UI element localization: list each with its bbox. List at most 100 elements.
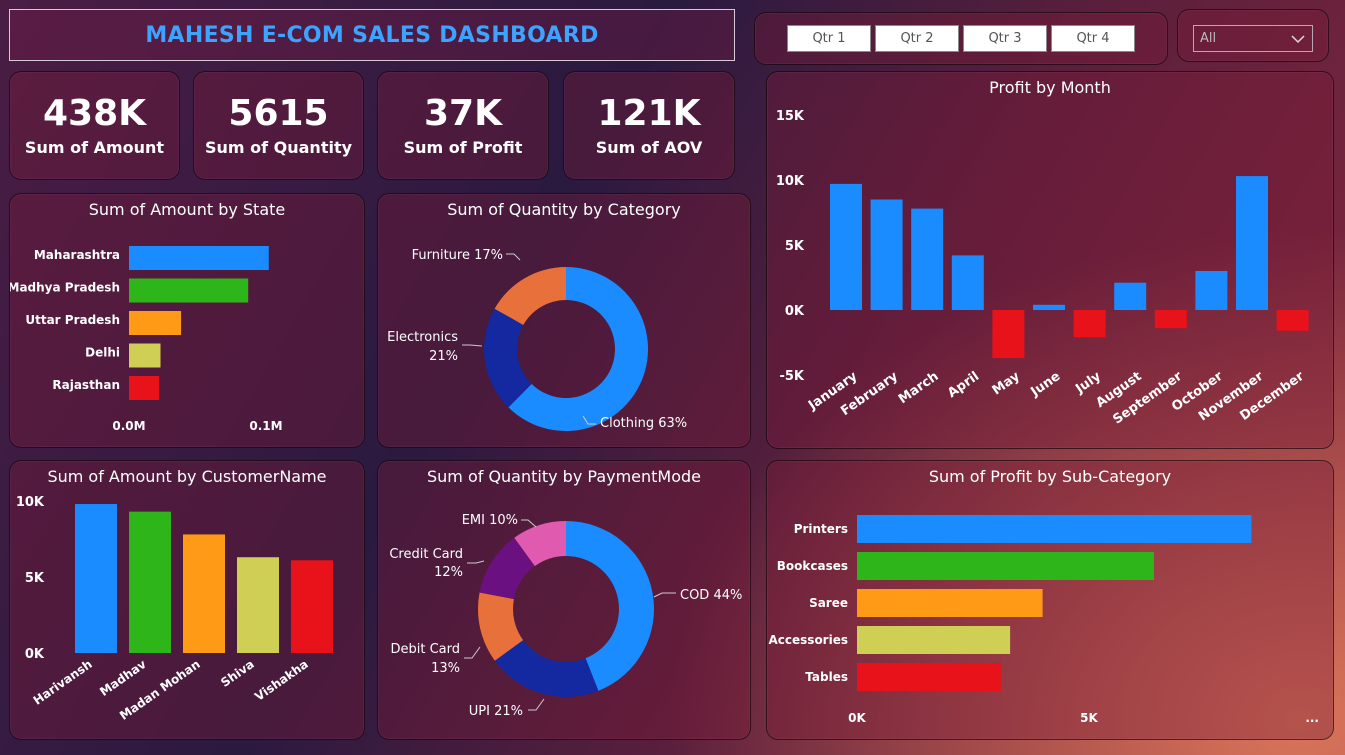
leader-line (464, 646, 481, 659)
month-label: June (1028, 369, 1064, 400)
y-tick-label: 5K (25, 571, 45, 586)
x-tick-label: 5K (1080, 711, 1098, 725)
category-label: Furniture 17% (412, 248, 503, 263)
y-tick-label: 10K (16, 495, 45, 510)
customer-label: Madhav (97, 657, 149, 699)
month-label: April (945, 369, 982, 401)
month-bar (911, 208, 944, 310)
kpi-value: 37K (424, 93, 502, 134)
payment-label: Credit Card (389, 547, 463, 562)
category-label: Electronics (387, 330, 458, 345)
qtr2-button[interactable]: Qtr 2 (875, 25, 959, 52)
subcategory-bar (857, 626, 1011, 654)
month-bar (1154, 310, 1187, 329)
chevron-down-icon (1291, 35, 1305, 44)
dashboard-title-box: MAHESH E-COM SALES DASHBOARD (9, 9, 735, 61)
month-bar (830, 183, 862, 310)
kpi-label: Sum of Amount (24, 138, 165, 157)
payment-label: COD 44% (680, 588, 742, 603)
state-bar-chart: Maharashtra Madhya Pradesh Uttar Pradesh De… (10, 246, 283, 433)
x-tick-label: 0K (848, 711, 866, 725)
state-bar (129, 278, 249, 303)
month-bar (951, 255, 984, 310)
month-bar (1073, 310, 1106, 338)
kpi-label: Sum of AOV (595, 138, 703, 157)
month-label: May (990, 369, 1023, 399)
category-label: 21% (429, 349, 458, 364)
payment-label: 13% (431, 661, 460, 676)
month-bar (1195, 271, 1228, 310)
state-label: Rajasthan (52, 378, 120, 392)
y-tick-label: 0K (785, 304, 805, 319)
x-tick-label: 0.0M (112, 419, 145, 433)
subcategory-chart-panel: Sum of Profit by Sub-Category Printers Bo… (766, 460, 1334, 740)
payment-label: UPI 21% (469, 704, 523, 719)
leader-line (506, 253, 521, 261)
state-bar (129, 311, 182, 335)
payment-label: Debit Card (390, 642, 460, 657)
customer-bar (183, 534, 225, 653)
qtr4-button[interactable]: Qtr 4 (1051, 25, 1135, 52)
leader-line (462, 344, 483, 347)
y-tick-label: 10K (776, 174, 805, 189)
leader-line (467, 560, 485, 564)
qtr3-button[interactable]: Qtr 3 (963, 25, 1047, 52)
leader-line (521, 519, 537, 528)
kpi-value: 5615 (228, 93, 329, 134)
state-label: Madhya Pradesh (10, 281, 120, 295)
payment-chart-panel: Sum of Quantity by PaymentMode COD 44% UP… (377, 460, 751, 740)
subcategory-bar-chart: Printers Bookcases Saree Accessories Tables 0… (769, 515, 1319, 725)
customer-bar (129, 511, 171, 653)
kpi-card-quantity: 5615 Sum of Quantity (193, 71, 364, 180)
month-label: July (1072, 369, 1104, 398)
kpi-label: Sum of Profit (403, 138, 523, 157)
y-tick-label: 15K (776, 109, 805, 124)
month-bar (992, 310, 1025, 359)
subcategory-label: Tables (805, 670, 848, 684)
state-label: Maharashtra (34, 248, 120, 262)
month-chart-panel: Profit by Month 15K 10K 5K 0K -5K January Febr… (766, 71, 1334, 449)
month-bar-chart: 15K10K5K0K-5K JanuaryFebruaryMarch April Ma… (776, 109, 1309, 428)
payment-label: 12% (434, 565, 463, 580)
kpi-value: 438K (42, 93, 147, 134)
subcategory-bar (857, 552, 1154, 580)
kpi-card-profit: 37K Sum of Profit (377, 71, 549, 180)
state-label: Uttar Pradesh (25, 313, 120, 327)
month-bar (1236, 176, 1268, 310)
payment-label: EMI 10% (462, 513, 518, 528)
subcategory-bar (857, 515, 1252, 543)
state-bar (129, 343, 161, 368)
customer-label: Vishakha (252, 657, 310, 704)
y-tick-label: 0K (25, 647, 45, 662)
month-label: March (896, 369, 942, 407)
state-label: Delhi (85, 346, 120, 360)
kpi-card-amount: 438K Sum of Amount (9, 71, 180, 180)
subcategory-bar (857, 663, 1001, 691)
kpi-label: Sum of Quantity (204, 138, 353, 157)
kpi-card-aov: 121K Sum of AOV (563, 71, 735, 180)
month-bar (1276, 310, 1309, 331)
state-bar (129, 246, 269, 270)
filter-dropdown[interactable]: All (1193, 25, 1313, 52)
y-tick-label: 5K (785, 239, 805, 254)
subcategory-label: Printers (794, 522, 848, 536)
dashboard-title: MAHESH E-COM SALES DASHBOARD (145, 22, 599, 48)
kpi-value: 121K (597, 93, 701, 134)
customer-bar (291, 560, 333, 653)
leader-line (653, 592, 676, 598)
customer-bar-chart: 10K5K0KHarivansh MadhavMadan Mohan ShivaVi… (16, 495, 333, 723)
subcategory-label: Saree (809, 596, 848, 610)
state-chart-panel: Sum of Amount by State Maharashtra Madhya… (9, 193, 365, 448)
qtr1-button[interactable]: Qtr 1 (787, 25, 871, 52)
y-tick-label: -5K (779, 369, 804, 384)
month-bar (1033, 304, 1065, 310)
customer-label: Shiva (218, 657, 257, 690)
category-donut-chart: Clothing 63% Electronics 21% Furniture 17% (387, 248, 687, 431)
payment-donut-chart: COD 44% UPI 21% Debit Card 13% Credit Card 12… (389, 513, 742, 719)
category-label: Clothing 63% (600, 416, 687, 431)
subcategory-bar (857, 589, 1043, 617)
filter-dropdown-value: All (1200, 31, 1217, 46)
customer-bar (237, 557, 279, 653)
more-ticks-ellipsis: ... (1305, 711, 1319, 725)
state-bar (129, 376, 160, 400)
